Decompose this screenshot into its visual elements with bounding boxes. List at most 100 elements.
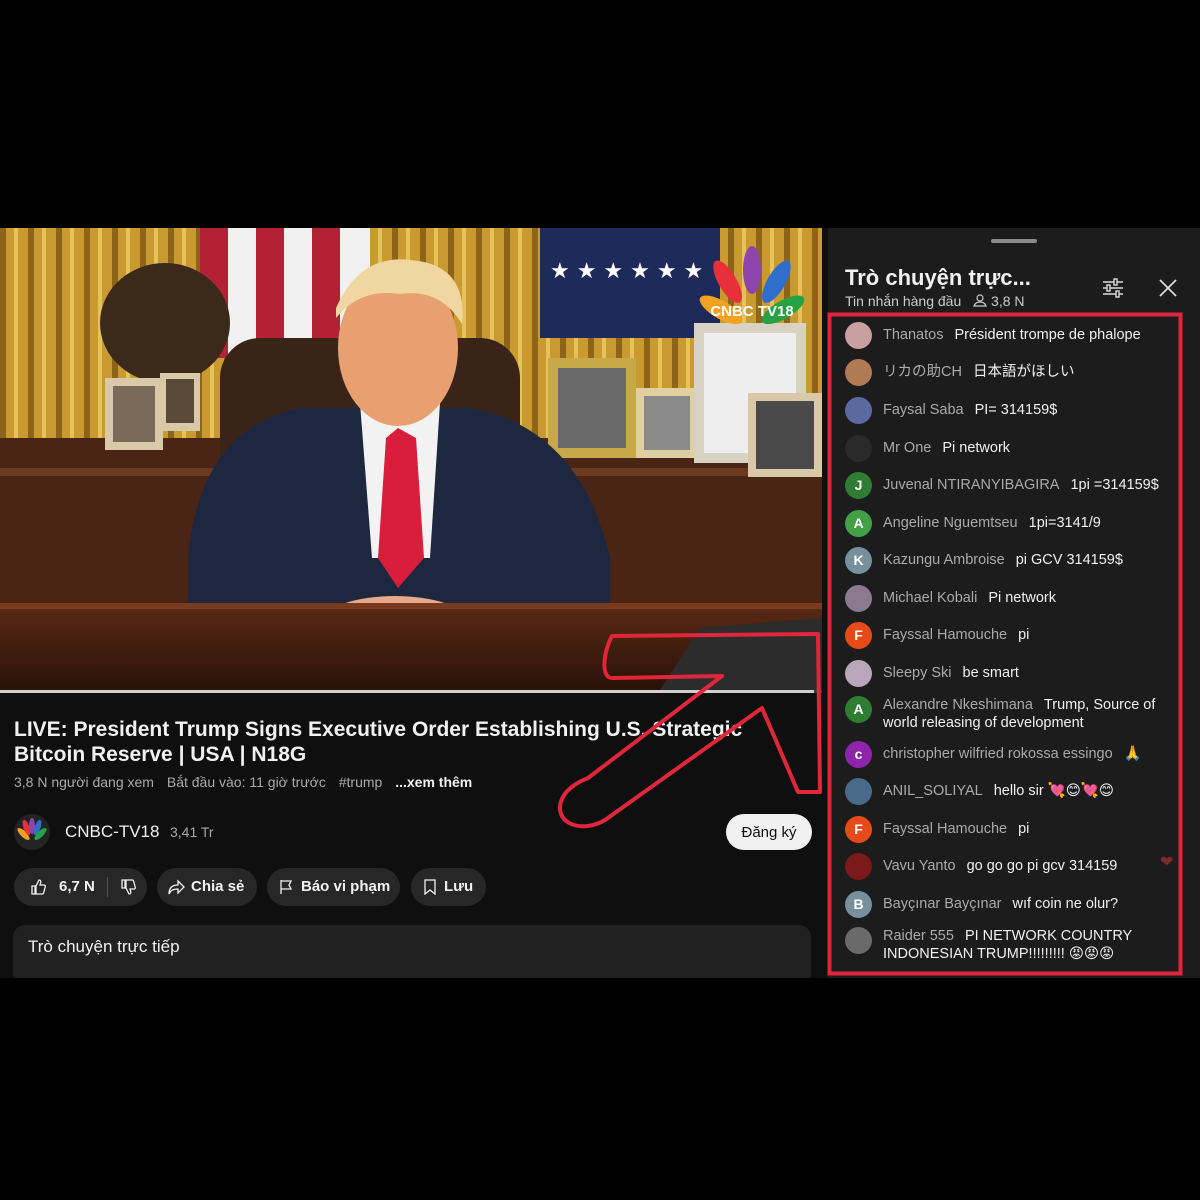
save-label: Lưu [444,878,474,895]
youtube-live-app: ★ ★ ★ ★ ★ ★ CNBC TV18 LIVE: President Tr… [0,228,1200,978]
chat-body: pi [1018,821,1030,837]
chat-author[interactable]: Faysal Saba [883,402,964,418]
subscribe-button[interactable]: Đăng ký [726,814,812,850]
chat-body: 🙏 [1123,746,1142,762]
close-icon[interactable] [1159,279,1177,297]
started-time: Bắt đầu vào: 11 giờ trước [166,774,326,790]
chat-author[interactable]: Sleepy Ski [883,665,952,681]
chat-message-text: christopher wilfried rokossa essingo 🙏 [883,745,1175,763]
chat-avatar[interactable] [845,322,872,349]
share-icon [168,879,185,895]
chat-body: pi GCV 314159$ [1015,552,1123,568]
chat-body: 1pi =314159$ [1070,477,1159,493]
chat-message-text: Juvenal NTIRANYIBAGIRA 1pi =314159$ [883,476,1175,494]
chat-avatar[interactable] [845,585,872,612]
live-chat-toggle[interactable]: Trò chuyện trực tiếp [13,925,811,978]
chat-mode-row[interactable]: Tin nhắn hàng đầu 3,8 N [845,293,1025,309]
chat-viewer-count: 3,8 N [991,293,1025,309]
chat-title: Trò chuyện trực... [845,265,1031,290]
chat-message-text: Bayçınar Bayçınar wıf coin ne olur? [883,895,1175,913]
channel-row: CNBC-TV18 3,41 Tr Đăng ký [14,812,814,852]
chat-body: 1pi=3141/9 [1028,515,1101,531]
chat-avatar[interactable] [845,397,872,424]
chat-body: pi [1018,627,1030,643]
chat-message-text: リカの助CH 日本語がほしい [883,363,1175,381]
chat-author[interactable]: Angeline Nguemtseu [883,515,1018,531]
chat-author[interactable]: Thanatos [883,327,943,343]
chat-author[interactable]: christopher wilfried rokossa essingo [883,746,1113,762]
chat-body: be smart [962,665,1019,681]
chat-author[interactable]: Bayçınar Bayçınar [883,896,1001,912]
chat-body: hello sir 💘😊💘😊 [993,783,1115,799]
svg-text:★ ★ ★ ★ ★ ★: ★ ★ ★ ★ ★ ★ [550,259,703,284]
chat-message-text: Sleepy Ski be smart [883,664,1175,682]
video-meta: 3,8 N người đang xem Bắt đầu vào: 11 giờ… [14,774,481,790]
share-button[interactable]: Chia sẻ [157,868,257,906]
chat-message-text: Mr One Pi network [883,439,1175,457]
chat-avatar[interactable] [845,927,872,954]
chat-avatar[interactable]: B [845,891,872,918]
chat-avatar[interactable] [845,435,872,462]
video-progress-fill [0,690,814,693]
video-progress-bar[interactable] [0,690,822,693]
chat-author[interactable]: Fayssal Hamouche [883,627,1007,643]
chat-author[interactable]: Mr One [883,440,931,456]
chat-body: Pi network [988,590,1057,606]
chat-avatar[interactable] [845,778,872,805]
chat-avatar[interactable]: F [845,816,872,843]
pill-divider [107,877,108,897]
chat-avatar[interactable] [845,660,872,687]
channel-name[interactable]: CNBC-TV18 [65,822,159,842]
chat-message-text: Angeline Nguemtseu 1pi=3141/9 [883,514,1175,532]
chat-avatar[interactable]: c [845,741,872,768]
chat-author[interactable]: Kazungu Ambroise [883,552,1005,568]
chat-author[interactable]: Alexandre Nkeshimana [883,697,1033,713]
chat-avatar[interactable]: F [845,622,872,649]
live-chat-label: Trò chuyện trực tiếp [28,937,180,956]
chat-author[interactable]: リカの助CH [883,364,962,380]
chat-message-text: Vavu Yanto go go go pi gcv 314159 [883,857,1175,875]
dislike-icon[interactable] [120,879,136,895]
flag-icon [280,880,293,894]
person-icon [973,294,987,307]
chat-author[interactable]: Vavu Yanto [883,858,956,874]
hashtag-link[interactable]: #trump [339,774,383,790]
channel-avatar[interactable] [14,814,50,850]
report-label: Báo vi phạm [301,878,391,895]
chat-message-text: Michael Kobali Pi network [883,589,1175,607]
chat-author[interactable]: Juvenal NTIRANYIBAGIRA [883,477,1059,493]
show-more-link[interactable]: ...xem thêm [395,774,472,790]
chat-author[interactable]: Raider 555 [883,928,954,944]
chat-author[interactable]: Fayssal Hamouche [883,821,1007,837]
chat-avatar[interactable] [845,853,872,880]
video-player[interactable]: ★ ★ ★ ★ ★ ★ CNBC TV18 [0,228,822,690]
chat-body: Pi network [942,440,1011,456]
chat-body: Président trompe de phalope [954,327,1141,343]
chat-mode[interactable]: Tin nhắn hàng đầu [845,293,961,309]
drag-handle[interactable] [991,239,1037,243]
chat-avatar[interactable]: K [845,547,872,574]
like-count[interactable]: 6,7 N [59,868,95,906]
chat-avatar[interactable]: A [845,510,872,537]
cnbc-logo-text: CNBC TV18 [710,303,793,320]
like-icon[interactable] [30,879,46,895]
chat-message-text: Fayssal Hamouche pi [883,820,1175,838]
chat-author[interactable]: ANIL_SOLIYAL [883,783,983,799]
live-chat-panel: Trò chuyện trực... Tin nhắn hàng đầu 3,8… [828,228,1200,978]
save-button[interactable]: Lưu [411,868,486,906]
chat-avatar[interactable]: A [845,696,872,723]
chat-message-text: Faysal Saba PI= 314159$ [883,401,1175,419]
heart-reaction-icon: ❤ [1160,854,1174,871]
share-label: Chia sẻ [191,878,245,895]
chat-avatar[interactable]: J [845,472,872,499]
viewer-count: 3,8 N người đang xem [14,774,154,790]
chat-body: go go go pi gcv 314159 [966,858,1118,874]
video-frame: ★ ★ ★ ★ ★ ★ CNBC TV18 [0,228,822,690]
chat-avatar[interactable] [845,359,872,386]
like-dislike-pill: 6,7 N [14,868,147,906]
chat-message-text: Fayssal Hamouche pi [883,626,1175,644]
settings-sliders-icon[interactable] [1102,278,1124,298]
channel-subscribers: 3,41 Tr [170,824,214,840]
chat-author[interactable]: Michael Kobali [883,590,977,606]
report-button[interactable]: Báo vi phạm [267,868,400,906]
